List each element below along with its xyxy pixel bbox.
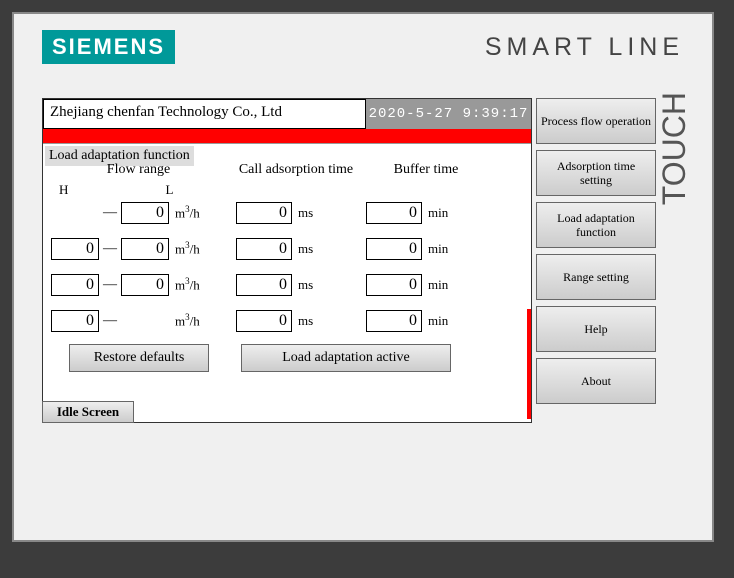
- touch-label-container: TOUCH: [659, 92, 689, 252]
- side-menu-load-adaptation-function[interactable]: Load adaptation function: [536, 202, 656, 248]
- content-area: Flow range Call adsorption time Buffer t…: [43, 162, 531, 372]
- unit-flow: m3/h: [175, 204, 200, 221]
- header-bar: Zhejiang chenfan Technology Co., Ltd 202…: [43, 99, 531, 129]
- flow-group: — m3/h: [51, 238, 236, 260]
- unit-ms: ms: [298, 313, 313, 329]
- unit-ms: ms: [298, 241, 313, 257]
- unit-flow: m3/h: [175, 276, 200, 293]
- datetime-display: 2020-5-27 9:39:17: [366, 99, 531, 129]
- flow-group: — m3/h: [51, 202, 236, 224]
- h-l-labels: H L: [51, 182, 523, 198]
- company-name: Zhejiang chenfan Technology Co., Ltd: [43, 99, 366, 129]
- touch-label: TOUCH: [656, 92, 693, 205]
- header-flow-range: Flow range: [51, 162, 226, 178]
- side-menu: Process flow operation Adsorption time se…: [536, 98, 656, 404]
- buffer-time-input[interactable]: [366, 310, 422, 332]
- load-adaptation-active-button[interactable]: Load adaptation active: [241, 344, 451, 372]
- header-call-adsorption: Call adsorption time: [226, 162, 366, 178]
- unit-min: min: [428, 313, 448, 329]
- range-dash: —: [103, 205, 117, 221]
- unit-ms: ms: [298, 277, 313, 293]
- flow-group: — m3/h: [51, 310, 236, 332]
- call-adsorption-input[interactable]: [236, 310, 292, 332]
- unit-min: min: [428, 205, 448, 221]
- call-group: ms: [236, 274, 366, 296]
- range-dash: —: [103, 313, 117, 329]
- side-menu-help[interactable]: Help: [536, 306, 656, 352]
- hmi-device-frame: SIEMENS SMART LINE Zhejiang chenfan Tech…: [12, 12, 714, 542]
- unit-ms: ms: [298, 205, 313, 221]
- flow-l-input[interactable]: [121, 274, 169, 296]
- side-menu-range-setting[interactable]: Range setting: [536, 254, 656, 300]
- flow-h-input[interactable]: [51, 310, 99, 332]
- screen-area: Zhejiang chenfan Technology Co., Ltd 202…: [42, 98, 678, 438]
- label-h: H: [59, 182, 104, 198]
- call-group: ms: [236, 310, 366, 332]
- data-row: — m3/h ms min: [51, 236, 523, 262]
- main-panel: Zhejiang chenfan Technology Co., Ltd 202…: [42, 98, 532, 423]
- call-adsorption-input[interactable]: [236, 274, 292, 296]
- unit-flow: m3/h: [175, 312, 200, 329]
- label-l: L: [166, 182, 174, 197]
- data-row: — m3/h ms min: [51, 308, 523, 334]
- side-menu-adsorption-time-setting[interactable]: Adsorption time setting: [536, 150, 656, 196]
- product-line-label: SMART LINE: [485, 33, 684, 62]
- side-menu-process-flow-operation[interactable]: Process flow operation: [536, 98, 656, 144]
- red-side-strip: [527, 309, 531, 419]
- red-divider: [43, 129, 531, 143]
- buffer-group: min: [366, 238, 496, 260]
- unit-min: min: [428, 241, 448, 257]
- buffer-time-input[interactable]: [366, 202, 422, 224]
- flow-l-input[interactable]: [121, 202, 169, 224]
- buffer-group: min: [366, 310, 496, 332]
- data-row: — m3/h ms min: [51, 200, 523, 226]
- data-rows: — m3/h ms min — m3/h ms min — m3/h ms min — m3/h ms min: [51, 200, 523, 334]
- range-dash: —: [103, 241, 117, 257]
- call-group: ms: [236, 202, 366, 224]
- call-group: ms: [236, 238, 366, 260]
- gray-divider: [43, 143, 531, 144]
- device-header: SIEMENS SMART LINE: [42, 30, 684, 64]
- restore-defaults-button[interactable]: Restore defaults: [69, 344, 209, 372]
- flow-h-input[interactable]: [51, 274, 99, 296]
- buffer-time-input[interactable]: [366, 238, 422, 260]
- unit-flow: m3/h: [175, 240, 200, 257]
- buffer-group: min: [366, 202, 496, 224]
- idle-screen-button[interactable]: Idle Screen: [42, 401, 134, 423]
- buffer-group: min: [366, 274, 496, 296]
- column-headers: Flow range Call adsorption time Buffer t…: [51, 162, 523, 178]
- call-adsorption-input[interactable]: [236, 238, 292, 260]
- flow-l-input[interactable]: [121, 238, 169, 260]
- side-menu-about[interactable]: About: [536, 358, 656, 404]
- header-buffer-time: Buffer time: [366, 162, 486, 178]
- range-dash: —: [103, 277, 117, 293]
- flow-h-input[interactable]: [51, 238, 99, 260]
- flow-group: — m3/h: [51, 274, 236, 296]
- bottom-buttons: Restore defaults Load adaptation active: [69, 344, 523, 372]
- siemens-logo: SIEMENS: [42, 30, 175, 64]
- buffer-time-input[interactable]: [366, 274, 422, 296]
- call-adsorption-input[interactable]: [236, 202, 292, 224]
- unit-min: min: [428, 277, 448, 293]
- data-row: — m3/h ms min: [51, 272, 523, 298]
